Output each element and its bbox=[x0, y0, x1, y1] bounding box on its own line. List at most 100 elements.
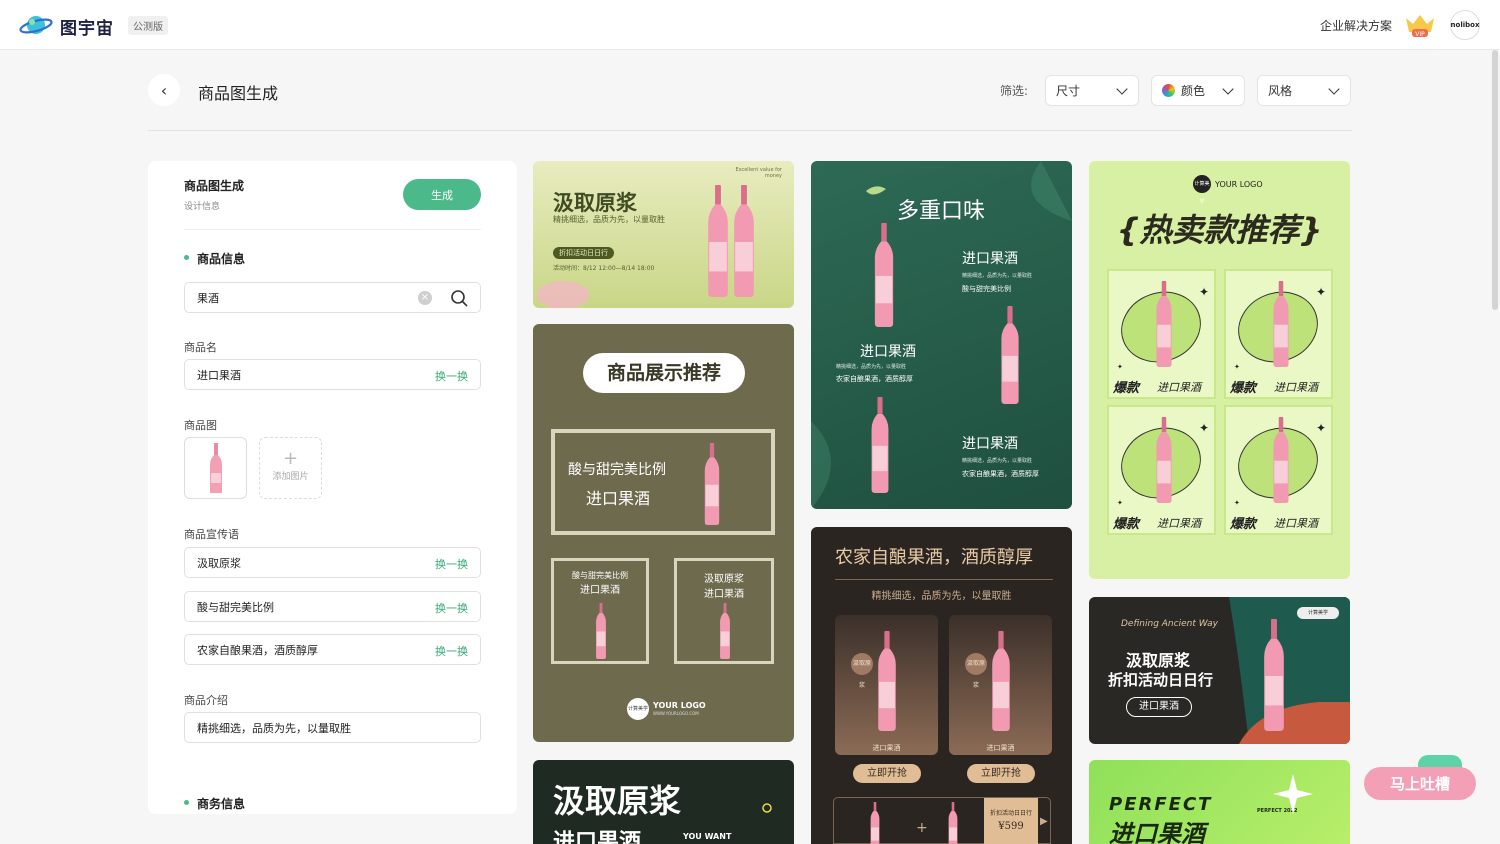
plus-icon: + bbox=[916, 820, 928, 836]
card-title: 商品展示推荐 bbox=[583, 353, 745, 393]
product-frame: 汲取原浆 进口果酒 bbox=[674, 558, 774, 664]
color-filter-dropdown[interactable]: 颜色 bbox=[1151, 75, 1245, 106]
card-heading-3: 进口果酒 bbox=[962, 436, 1018, 452]
wine-bottle-image bbox=[992, 631, 1010, 731]
hot-item: ✦ ✦ 爆款 进口果酒 bbox=[1107, 405, 1216, 535]
card-desc-1a: 精挑细选，品质为先，以量取胜 bbox=[962, 273, 1033, 279]
intro-field[interactable]: 精挑细选，品质为先，以量取胜 bbox=[184, 712, 481, 743]
svg-text:✦: ✦ bbox=[1117, 499, 1123, 507]
logo-text: YOUR LOGO bbox=[1215, 180, 1263, 189]
frame-sub-2: 进口果酒 bbox=[704, 589, 744, 600]
template-card[interactable]: 商品展示推荐 酸与甜完美比例 进口果酒 酸与甜完美比例 进口果酒 汲取原浆 进口… bbox=[533, 324, 794, 742]
brand-name[interactable]: 图宇宙 bbox=[60, 14, 114, 39]
card-desc-2a: 精挑细选，品质为先，以量取胜 bbox=[836, 364, 907, 370]
hot-item-name: 进口果酒 bbox=[1157, 517, 1201, 530]
style-filter-dropdown[interactable]: 风格 bbox=[1257, 75, 1351, 106]
card-subtitle: 折扣活动日日行 bbox=[1108, 671, 1214, 689]
template-card[interactable]: Defining Ancient Way 汲取原浆 折扣活动日日行 进口果酒 计… bbox=[1089, 597, 1350, 744]
svg-text:✦: ✦ bbox=[1117, 363, 1123, 371]
search-value: 果酒 bbox=[197, 291, 219, 305]
card-tag: YOU WANT bbox=[683, 832, 732, 841]
svg-text:✦: ✦ bbox=[1316, 421, 1326, 435]
swap-button[interactable]: 换一换 bbox=[435, 600, 468, 616]
wine-bottle-image bbox=[1156, 417, 1172, 503]
combo-tile: + 折扣活动日日行 ¥599 ▶ bbox=[833, 797, 1051, 844]
slogan-field[interactable]: 酸与甜完美比例 换一换 bbox=[184, 591, 481, 622]
style-filter-value: 风格 bbox=[1268, 84, 1293, 98]
product-tile: 汲取原浆 进口果酒 bbox=[949, 615, 1052, 755]
logo-badge: 计算美学 bbox=[1297, 607, 1339, 619]
design-info-panel: 商品图生成 设计信息 生成 商品信息 果酒 × 商品名 进口果酒 换一换 商品图… bbox=[148, 161, 517, 814]
wine-bottle-image bbox=[1273, 281, 1289, 367]
size-filter-value: 尺寸 bbox=[1056, 84, 1081, 98]
section-product-info: 商品信息 bbox=[184, 250, 245, 267]
clear-icon[interactable]: × bbox=[418, 291, 432, 305]
hot-label: 爆款 bbox=[1113, 381, 1140, 396]
card-subtitle: 精挑细选，品质为先，以量取胜 bbox=[553, 215, 665, 224]
template-card[interactable]: 计算美学 YOUR LOGO {热卖款推荐} ✦ ✦ 爆款 进口果酒 ✦ ✦ 爆款 … bbox=[1089, 161, 1350, 579]
svg-text:✦: ✦ bbox=[1234, 363, 1240, 371]
swap-button[interactable]: 换一换 bbox=[435, 556, 468, 572]
card-title: 汲取原浆 bbox=[553, 782, 682, 820]
wine-bottle-image bbox=[874, 223, 894, 327]
planet-logo-icon[interactable] bbox=[19, 12, 53, 38]
template-card[interactable]: 汲取原浆 进口果酒 YOU WANT bbox=[533, 760, 794, 844]
circle-decoration-icon bbox=[762, 803, 772, 813]
hot-item: ✦ ✦ 爆款 进口果酒 bbox=[1224, 405, 1333, 535]
feedback-label: 马上吐槽 bbox=[1389, 775, 1450, 793]
chevron-down-icon bbox=[1222, 83, 1234, 95]
hot-item-name: 进口果酒 bbox=[1274, 517, 1318, 530]
chevron-down-icon bbox=[1328, 83, 1340, 95]
card-date: 活动时间：8/12 12:00—8/14 18:00 bbox=[553, 265, 655, 272]
frame-sub-1: 酸与甜完美比例 bbox=[572, 571, 628, 580]
slogan-field[interactable]: 农家自酿果酒，酒质醇厚 换一换 bbox=[184, 634, 481, 665]
wine-bottle-image bbox=[870, 802, 880, 844]
page-title: 商品图生成 bbox=[198, 84, 279, 103]
swap-button[interactable]: 换一换 bbox=[435, 368, 468, 384]
wine-bottle-image bbox=[1264, 619, 1284, 731]
wine-bottle-image bbox=[948, 802, 958, 844]
svg-text:✦: ✦ bbox=[1234, 499, 1240, 507]
product-name-field[interactable]: 进口果酒 换一换 bbox=[184, 359, 481, 390]
enterprise-solutions-link[interactable]: 企业解决方案 bbox=[1320, 17, 1392, 34]
user-avatar[interactable]: nolibox bbox=[1450, 10, 1480, 40]
card-divider bbox=[835, 579, 1053, 580]
tile-label: 进口果酒 bbox=[872, 744, 901, 752]
template-card[interactable]: 汲取原浆 精挑细选，品质为先，以量取胜 折扣活动日日行 活动时间：8/12 12… bbox=[533, 161, 794, 308]
logo-url: WWW.YOURLOGO.COM bbox=[653, 711, 699, 716]
card-desc-1b: 酸与甜完美比例 bbox=[962, 285, 1011, 293]
card-pill: 进口果酒 bbox=[1126, 697, 1192, 717]
filter-label: 筛选: bbox=[1000, 84, 1029, 98]
price-value: ¥599 bbox=[998, 821, 1024, 832]
price-tag: 折扣活动日日行 ¥599 bbox=[984, 798, 1038, 844]
add-image-button[interactable]: + 添加图片 bbox=[259, 437, 322, 499]
search-icon[interactable] bbox=[450, 289, 468, 307]
wine-bottle-image bbox=[871, 397, 889, 493]
template-card[interactable]: PERFECT 进口果酒 PERFECT 2022 bbox=[1089, 760, 1350, 844]
product-tile: 汲取原浆 进口果酒 bbox=[835, 615, 938, 755]
vip-crown-icon[interactable]: VIP bbox=[1404, 12, 1436, 38]
logo-badge: 计算美学 bbox=[627, 698, 649, 720]
wine-bottle-image bbox=[596, 603, 606, 659]
generate-button[interactable]: 生成 bbox=[403, 179, 481, 210]
wine-bottle-image bbox=[704, 443, 720, 525]
slogan-field[interactable]: 汲取原浆 换一换 bbox=[184, 547, 481, 578]
card-title: 农家自酿果酒，酒质醇厚 bbox=[835, 547, 1033, 568]
back-button[interactable]: ‹ bbox=[148, 74, 180, 106]
template-card[interactable]: 多重口味 进口果酒 精挑细选，品质为先，以量取胜 酸与甜完美比例 进口果酒 精挑… bbox=[811, 161, 1072, 509]
swap-button[interactable]: 换一换 bbox=[435, 643, 468, 659]
product-image-thumbnail[interactable] bbox=[184, 437, 247, 499]
card-script-text: Defining Ancient Way bbox=[1121, 619, 1218, 629]
feedback-button[interactable]: 马上吐槽 bbox=[1364, 767, 1476, 800]
hot-item: ✦ ✦ 爆款 进口果酒 bbox=[1224, 269, 1333, 399]
svg-text:✦: ✦ bbox=[1316, 285, 1326, 299]
product-search-input[interactable]: 果酒 × bbox=[184, 282, 481, 313]
hot-item: ✦ ✦ 爆款 进口果酒 bbox=[1107, 269, 1216, 399]
tile-badge: 汲取原浆 bbox=[851, 653, 873, 689]
template-card[interactable]: 农家自酿果酒，酒质醇厚 精挑细选，品质为先，以量取胜 汲取原浆 进口果酒 汲取原… bbox=[811, 527, 1072, 844]
header-divider bbox=[148, 130, 1352, 131]
beta-badge: 公测版 bbox=[128, 16, 168, 35]
wine-bottle-image bbox=[720, 603, 730, 659]
page-scrollbar[interactable] bbox=[1492, 50, 1498, 310]
size-filter-dropdown[interactable]: 尺寸 bbox=[1045, 75, 1139, 106]
